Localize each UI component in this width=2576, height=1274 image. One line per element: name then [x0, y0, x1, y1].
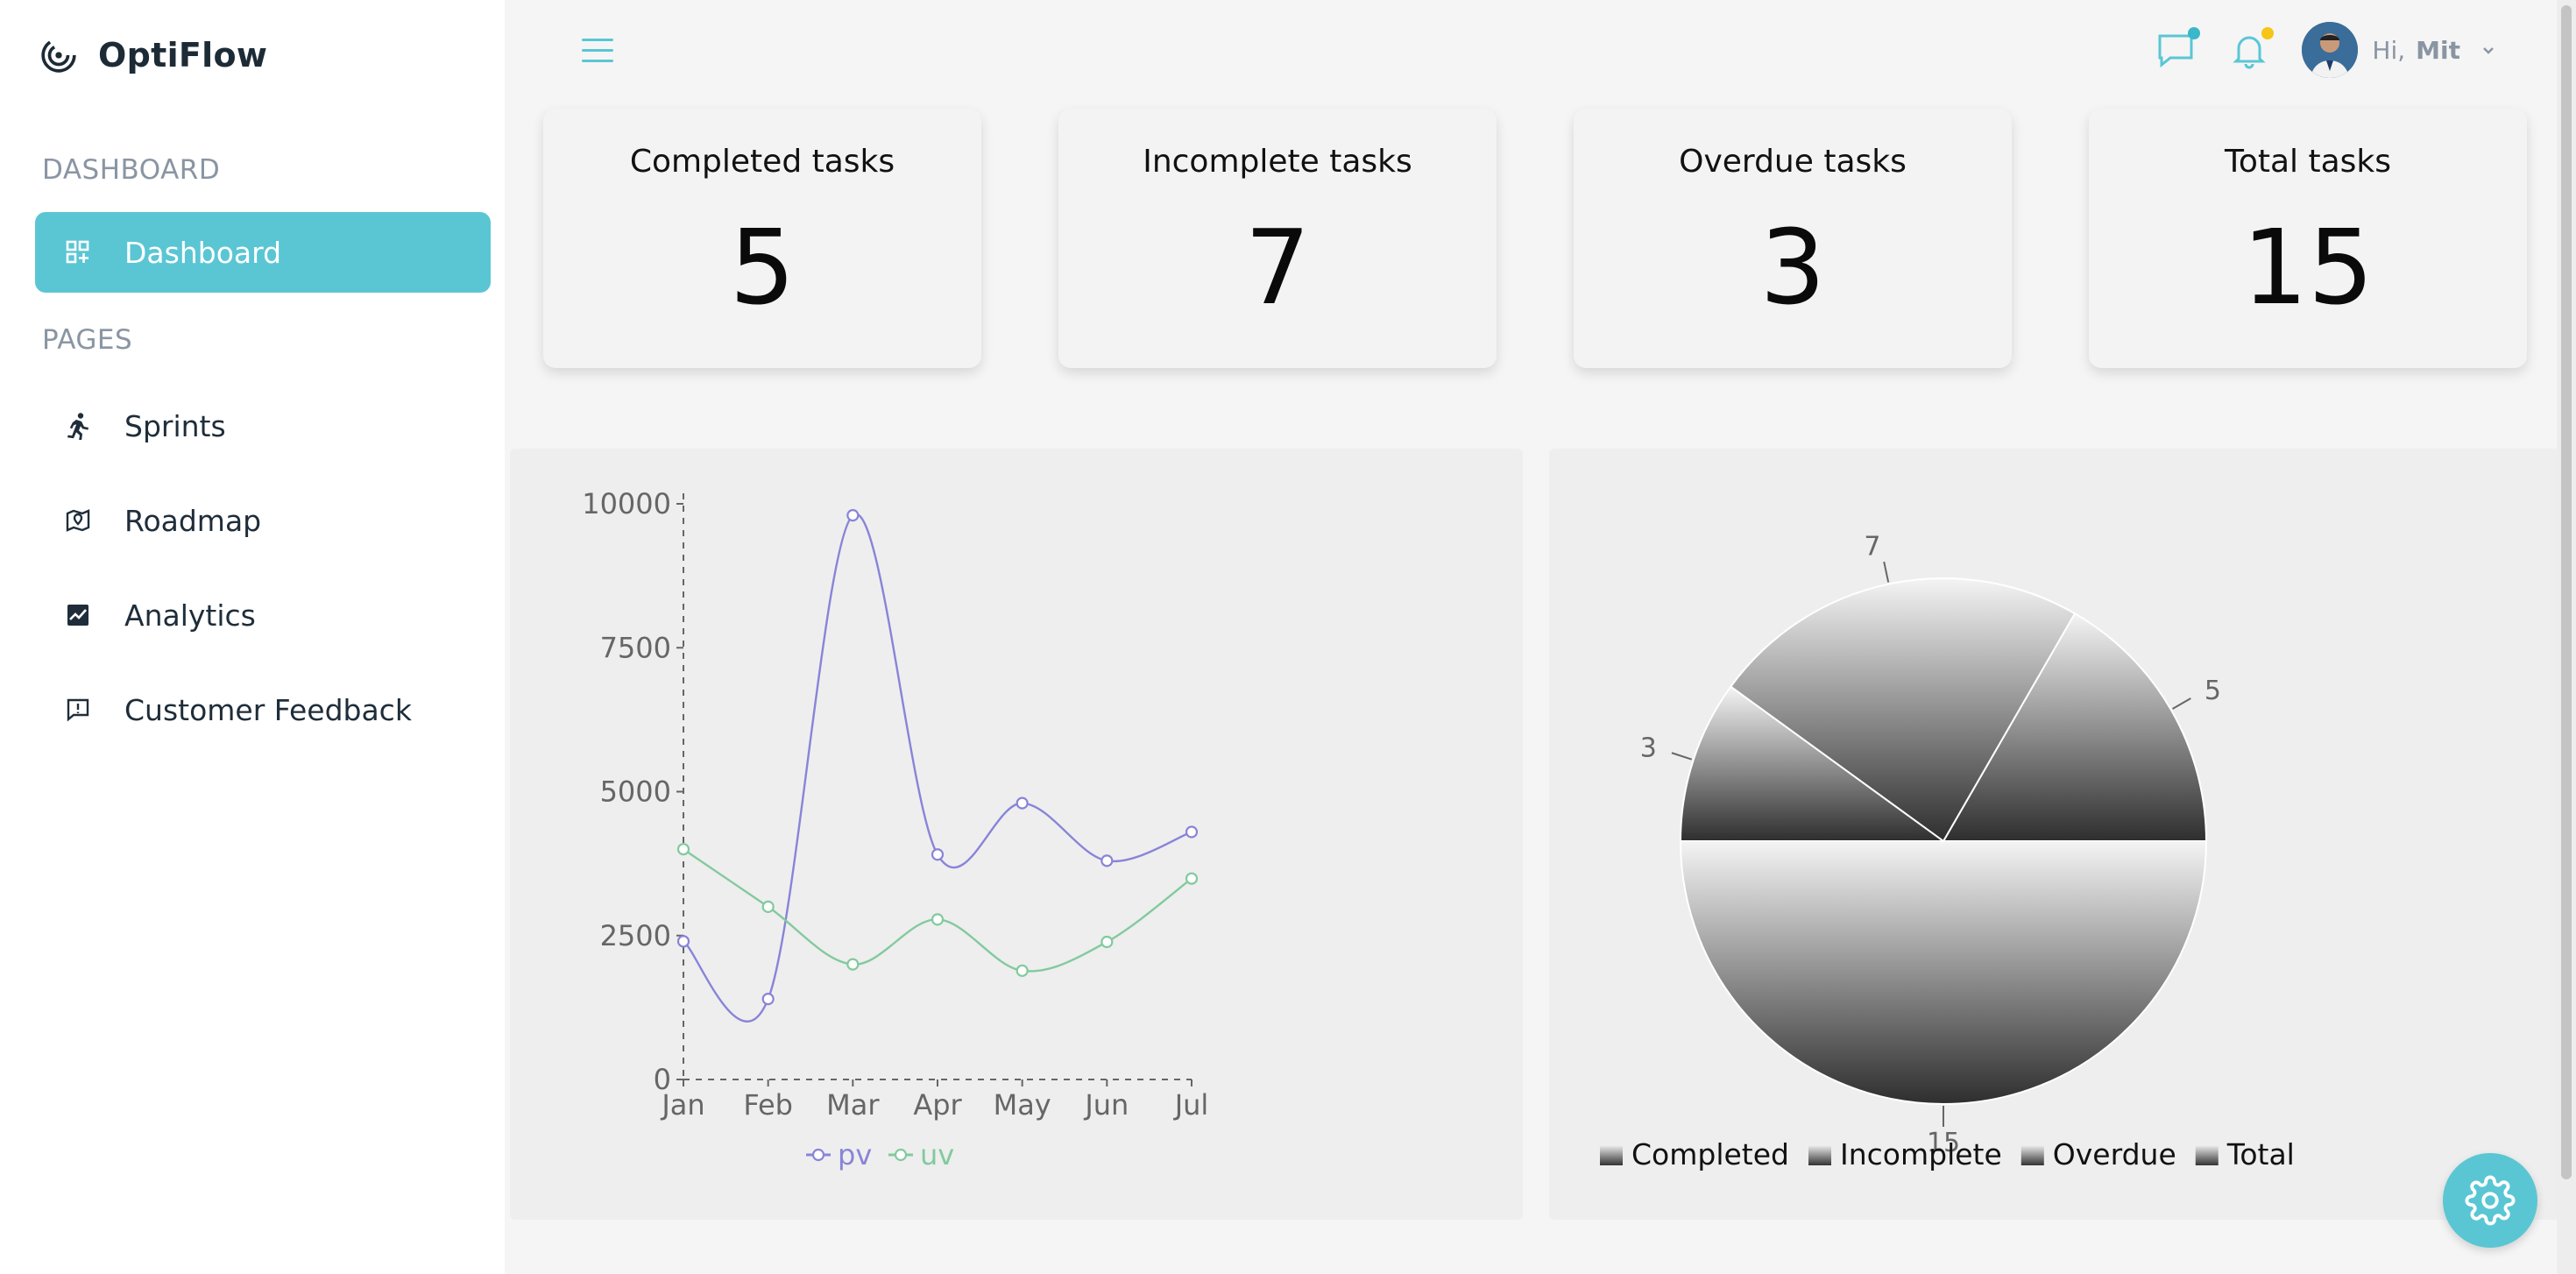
map-pin-icon: [63, 506, 93, 535]
legend-swatch-incomplete: [1808, 1146, 1831, 1165]
legend-marker-pv: [811, 1148, 825, 1162]
legend-label-uv[interactable]: uv: [920, 1138, 954, 1171]
messages-button[interactable]: [2155, 27, 2201, 71]
running-person-icon: [63, 411, 93, 441]
legend-label-pv[interactable]: pv: [838, 1138, 872, 1171]
greeting-text: Hi,: [2372, 35, 2406, 65]
y-tick-label: 5000: [600, 775, 671, 809]
menu-toggle-icon[interactable]: [582, 39, 613, 67]
pie-leader-line: [2172, 697, 2191, 710]
line-chart: 025005000750010000Jan Feb Mar Apr May Jun Julp…: [582, 487, 1209, 1171]
x-tick-label: Jun: [1083, 1088, 1129, 1122]
sidebar-item-label: Sprints: [124, 408, 226, 443]
pie-label-overdue: 3: [1640, 733, 1657, 764]
data-point-uv[interactable]: [676, 843, 690, 856]
user-avatar-icon: [2302, 22, 2359, 78]
legend-swatch-total: [2195, 1146, 2219, 1165]
sidebar-item-sprints[interactable]: Sprints: [35, 386, 491, 466]
stat-value: 5: [729, 207, 796, 328]
x-tick-label: Apr: [913, 1088, 962, 1122]
x-tick-label: Jul: [1173, 1088, 1209, 1122]
message-dot: [2188, 27, 2201, 39]
x-tick-label: Mar: [826, 1088, 880, 1122]
sidebar-item-roadmap[interactable]: Roadmap: [35, 480, 491, 561]
legend-label-overdue[interactable]: Overdue: [2053, 1137, 2176, 1171]
stat-card-total: Total tasks 15: [2089, 109, 2527, 368]
pie-slice-total[interactable]: [1679, 840, 2208, 1105]
dashboard-grid-icon: [63, 237, 93, 267]
data-point-uv[interactable]: [1100, 935, 1114, 949]
legend-swatch-completed: [1600, 1146, 1623, 1165]
stat-card-completed: Completed tasks 5: [543, 109, 981, 368]
stat-title: Total tasks: [2224, 144, 2392, 180]
scrollbar-thumb[interactable]: [2561, 5, 2572, 1179]
section-label-pages: PAGES: [42, 324, 133, 356]
x-tick-label: Feb: [743, 1088, 793, 1122]
data-point-pv[interactable]: [761, 993, 775, 1006]
data-point-pv[interactable]: [1100, 854, 1114, 867]
stat-value: 15: [2241, 207, 2374, 328]
stat-value: 7: [1244, 207, 1311, 328]
y-tick-label: 2500: [600, 919, 671, 952]
section-label-dashboard: DASHBOARD: [42, 154, 221, 186]
stat-title: Incomplete tasks: [1143, 144, 1412, 180]
stat-card-overdue: Overdue tasks 3: [1574, 109, 2012, 368]
data-point-uv[interactable]: [1016, 964, 1029, 977]
data-point-pv[interactable]: [676, 935, 690, 948]
gear-icon: [2465, 1175, 2516, 1226]
sidebar-item-label: Customer Feedback: [124, 692, 412, 727]
chart-icon: [63, 600, 93, 630]
data-point-pv[interactable]: [846, 509, 860, 522]
x-tick-label: May: [994, 1088, 1051, 1122]
username[interactable]: Mit: [2416, 36, 2460, 65]
topbar-actions: Hi, Mit: [2155, 21, 2497, 79]
pie-label-incomplete: 7: [1864, 532, 1880, 563]
data-point-uv[interactable]: [1185, 872, 1199, 885]
pie-chart: 57315Completed Incomplete Overdue Total: [1600, 532, 2295, 1171]
stat-card-incomplete: Incomplete tasks 7: [1058, 109, 1497, 368]
data-point-uv[interactable]: [931, 913, 945, 926]
legend-label-completed[interactable]: Completed: [1631, 1137, 1789, 1171]
x-tick-label: Jan: [660, 1088, 704, 1122]
sidebar: OptiFlow DASHBOARD Dashboard PAGES Sprin…: [0, 0, 505, 1274]
series-line-uv: [683, 848, 1192, 973]
legend-label-incomplete[interactable]: Incomplete: [1840, 1137, 2002, 1171]
data-point-pv[interactable]: [1185, 825, 1199, 839]
stat-title: Overdue tasks: [1679, 144, 1907, 180]
sidebar-item-dashboard[interactable]: Dashboard: [35, 212, 491, 293]
sidebar-item-analytics[interactable]: Analytics: [35, 575, 491, 655]
pie-chart-panel: 5 7 3 15 Completed Incomplete Overdue Total: [1549, 449, 2560, 1220]
pie-label-completed: 5: [2204, 676, 2221, 706]
stat-value: 3: [1759, 207, 1826, 328]
notification-dot: [2261, 27, 2275, 39]
settings-button[interactable]: [2443, 1153, 2537, 1248]
sidebar-item-label: Roadmap: [124, 503, 262, 538]
y-tick-label: 7500: [600, 631, 671, 664]
avatar[interactable]: [2302, 22, 2359, 78]
feedback-icon: [63, 695, 93, 725]
legend-marker-uv: [894, 1148, 908, 1162]
data-point-pv[interactable]: [931, 848, 945, 861]
y-tick-label: 10000: [582, 487, 671, 520]
data-point-uv[interactable]: [846, 958, 860, 971]
legend-label-total[interactable]: Total: [2226, 1137, 2295, 1171]
notifications-button[interactable]: [2228, 27, 2275, 71]
legend-swatch-overdue: [2020, 1146, 2044, 1165]
series-line-pv: [683, 513, 1192, 1023]
brand-name: OptiFlow: [98, 36, 268, 74]
sidebar-item-customer-feedback[interactable]: Customer Feedback: [35, 669, 491, 750]
optiflow-logo-icon: [41, 38, 76, 73]
sidebar-item-label: Dashboard: [124, 235, 282, 270]
sidebar-item-label: Analytics: [124, 598, 256, 633]
page-scrollbar[interactable]: [2557, 0, 2576, 1274]
chevron-down-icon[interactable]: [2480, 41, 2497, 59]
data-point-pv[interactable]: [1016, 796, 1029, 810]
stat-title: Completed tasks: [629, 144, 895, 180]
pie-leader-line: [1671, 752, 1693, 761]
line-chart-panel: 0 2500 5000 7500 10000 Jan Feb Mar Apr May Jun Jul p…: [510, 449, 1523, 1220]
pie-leader-line: [1883, 561, 1890, 583]
brand[interactable]: OptiFlow: [40, 33, 267, 77]
data-point-uv[interactable]: [761, 900, 775, 914]
